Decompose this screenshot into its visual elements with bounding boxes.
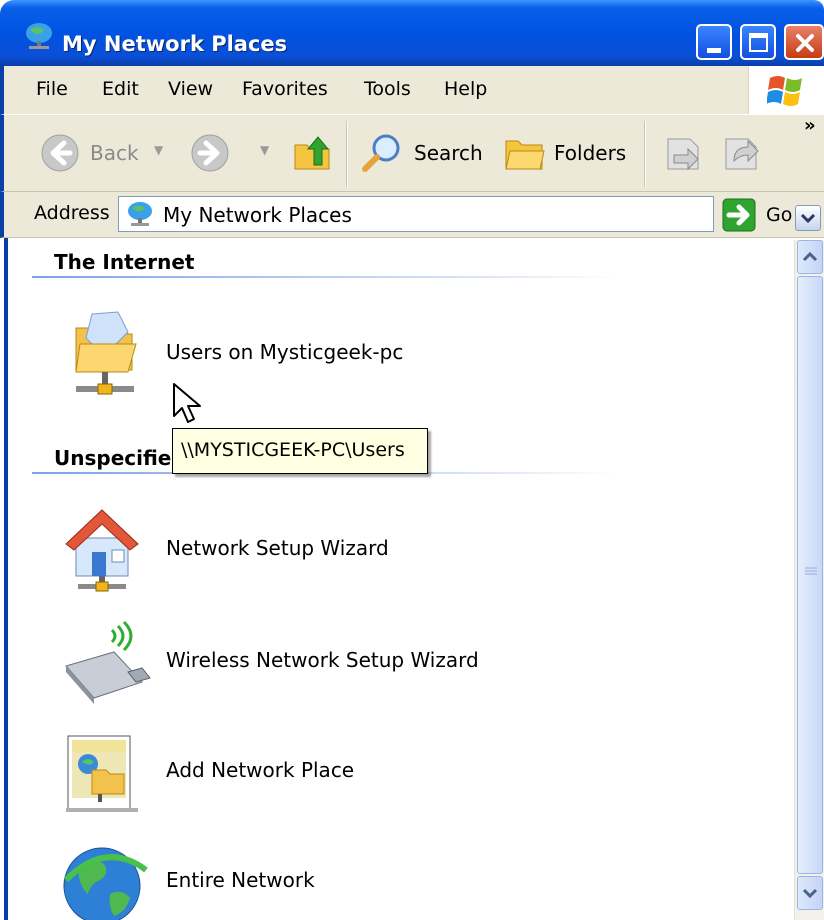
list-item-label: Network Setup Wizard xyxy=(166,536,389,560)
windows-flag-icon xyxy=(767,76,802,106)
chevron-up-icon xyxy=(802,251,818,262)
copy-to-icon[interactable] xyxy=(720,133,764,173)
list-item[interactable]: Wireless Network Setup Wizard xyxy=(58,612,598,712)
menu-help[interactable]: Help xyxy=(444,78,487,100)
address-field[interactable]: My Network Places xyxy=(118,196,821,232)
list-item[interactable]: Network Setup Wizard xyxy=(58,500,598,600)
windows-logo xyxy=(748,66,824,114)
close-button[interactable] xyxy=(784,24,824,60)
scroll-up-button[interactable] xyxy=(797,240,823,274)
forward-arrow-icon xyxy=(191,134,229,172)
address-label: Address xyxy=(34,202,110,224)
chevron-down-icon xyxy=(800,213,816,224)
minimize-icon xyxy=(707,48,721,53)
list-item-label: Add Network Place xyxy=(166,758,355,782)
minimize-button[interactable] xyxy=(696,24,732,60)
list-item-label: Entire Network xyxy=(166,868,315,892)
address-bar: Address My Network Places xyxy=(0,192,824,238)
scroll-thumb[interactable] xyxy=(797,276,823,874)
forward-button[interactable]: ▼ xyxy=(190,133,270,173)
vertical-scrollbar[interactable] xyxy=(794,240,824,920)
folders-icon xyxy=(505,140,545,170)
usb-wireless-icon xyxy=(65,620,151,704)
back-dropdown-icon: ▼ xyxy=(154,143,164,157)
forward-dropdown-icon: ▼ xyxy=(260,143,270,157)
chevron-down-icon xyxy=(802,888,818,899)
back-button[interactable]: Back ▼ xyxy=(40,133,164,173)
maximize-icon xyxy=(749,33,768,52)
move-to-icon[interactable] xyxy=(664,133,704,173)
network-places-icon xyxy=(26,23,52,49)
back-label: Back xyxy=(90,141,139,165)
close-icon xyxy=(796,34,814,52)
go-arrow-icon[interactable] xyxy=(722,198,756,232)
folders-label: Folders xyxy=(554,141,627,165)
grip-icon xyxy=(805,567,817,575)
list-item[interactable]: Add Network Place xyxy=(58,722,598,822)
maximize-button[interactable] xyxy=(740,24,776,60)
search-button[interactable]: Search xyxy=(360,131,490,175)
menu-edit[interactable]: Edit xyxy=(102,78,139,100)
globe-icon xyxy=(63,847,148,920)
address-value: My Network Places xyxy=(163,203,352,227)
folders-button[interactable]: Folders xyxy=(504,131,634,175)
back-arrow-icon xyxy=(41,134,79,172)
network-places-small-icon xyxy=(128,202,152,226)
menu-view[interactable]: View xyxy=(168,78,213,100)
list-item[interactable]: Users on Mysticgeek-pc xyxy=(58,304,598,404)
address-dropdown-button[interactable] xyxy=(795,205,821,231)
toolbar: Back ▼ ▼ Search Folders » xyxy=(0,114,824,192)
network-share-folder-icon xyxy=(75,311,137,395)
scroll-down-button[interactable] xyxy=(797,876,823,910)
menu-bar: File Edit View Favorites Tools Help xyxy=(0,66,824,114)
add-network-place-icon xyxy=(66,735,138,812)
menu-file[interactable]: File xyxy=(36,78,68,100)
content-pane: The Internet Users on Mysticgeek-pc Unsp… xyxy=(4,238,794,920)
toolbar-overflow-icon[interactable]: » xyxy=(804,115,816,136)
up-folder-icon[interactable] xyxy=(292,131,334,173)
search-label: Search xyxy=(414,141,483,165)
search-icon xyxy=(362,134,400,172)
list-item-label: Users on Mysticgeek-pc xyxy=(166,340,404,364)
group-title-internet: The Internet xyxy=(54,250,195,274)
menu-tools[interactable]: Tools xyxy=(364,78,411,100)
list-item-label: Wireless Network Setup Wizard xyxy=(166,648,479,672)
menu-favorites[interactable]: Favorites xyxy=(242,78,328,100)
list-item[interactable]: Entire Network xyxy=(58,832,598,920)
network-house-icon xyxy=(65,509,139,592)
group-title-unspecified: Unspecified xyxy=(54,446,186,470)
group-divider xyxy=(32,276,616,278)
window-title: My Network Places xyxy=(62,32,288,56)
mouse-cursor-icon xyxy=(173,383,201,423)
go-button[interactable]: Go xyxy=(766,204,792,226)
title-bar: My Network Places xyxy=(0,0,824,66)
path-tooltip: \\MYSTICGEEK-PC\Users xyxy=(172,428,428,474)
